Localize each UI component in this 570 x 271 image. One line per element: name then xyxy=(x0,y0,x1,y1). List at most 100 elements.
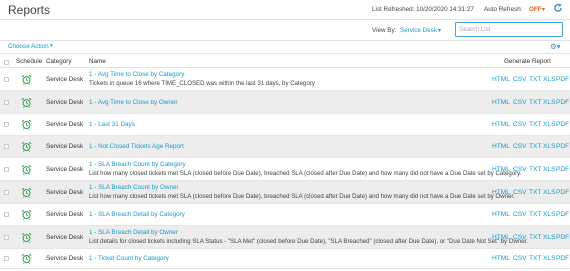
column-header-category[interactable]: Category xyxy=(46,58,72,65)
generate-html-link[interactable]: HTML xyxy=(492,143,510,150)
alarm-clock-icon[interactable] xyxy=(21,209,32,220)
report-name-link[interactable]: 1 - SLA Breach Detail by Category xyxy=(89,211,185,218)
generate-txt-link[interactable]: TXT xyxy=(529,255,541,262)
generate-txt-link[interactable]: TXT xyxy=(529,143,541,150)
generate-pdf-link[interactable]: PDF xyxy=(556,255,569,262)
generate-txt-link[interactable]: TXT xyxy=(529,76,541,83)
generate-pdf-link[interactable]: PDF xyxy=(556,211,569,218)
row-checkbox[interactable] xyxy=(4,100,9,105)
report-name-link[interactable]: 1 - Ticket Count by Category xyxy=(89,255,169,262)
row-checkbox[interactable] xyxy=(4,212,9,217)
report-description: Tickets in queue 16 where TIME_CLOSED wa… xyxy=(89,80,315,87)
table-row[interactable]: Service Desk 1 - Avg Time to Close by Own… xyxy=(0,91,570,114)
generate-html-link[interactable]: HTML xyxy=(492,121,510,128)
generate-html-link[interactable]: HTML xyxy=(492,166,510,173)
generate-txt-link[interactable]: TXT xyxy=(529,189,541,196)
report-name-link[interactable]: 1 - SLA Breach Count by Category xyxy=(89,161,186,168)
report-name-link[interactable]: 1 - Avg Time to Close by Owner xyxy=(89,99,177,106)
generate-xls-link[interactable]: XLS xyxy=(543,76,555,83)
generate-html-link[interactable]: HTML xyxy=(492,255,510,262)
report-name-link[interactable]: 1 - Not Closed Tickets Age Report xyxy=(89,143,184,150)
generate-csv-link[interactable]: CSV xyxy=(513,121,527,128)
row-checkbox[interactable] xyxy=(4,122,9,127)
row-checkbox[interactable] xyxy=(4,144,9,149)
row-checkbox[interactable] xyxy=(4,77,9,82)
table-top-divider xyxy=(0,53,570,54)
generate-csv-link[interactable]: CSV xyxy=(513,76,527,83)
generate-csv-link[interactable]: CSV xyxy=(513,166,527,173)
generate-txt-link[interactable]: TXT xyxy=(529,166,541,173)
alarm-clock-icon[interactable] xyxy=(21,141,32,152)
generate-html-link[interactable]: HTML xyxy=(492,189,510,196)
generate-html-link[interactable]: HTML xyxy=(492,234,510,241)
table-row[interactable]: Service Desk 1 - SLA Breach Detail by Own… xyxy=(0,226,570,249)
table-row[interactable]: Service Desk 1 - Last 31 Days HTML CSV TXT XL… xyxy=(0,114,570,136)
generate-xls-link[interactable]: XLS xyxy=(543,121,555,128)
view-by-select[interactable]: Service Desk xyxy=(400,27,437,34)
alarm-clock-icon[interactable] xyxy=(21,97,32,108)
table-row[interactable]: Service Desk 1 - Ticket Count by Category… xyxy=(0,249,570,269)
generate-pdf-link[interactable]: PDF xyxy=(556,189,569,196)
report-description: List details for closed tickets includin… xyxy=(89,238,529,245)
search-input[interactable] xyxy=(455,22,563,37)
alarm-clock-icon[interactable] xyxy=(21,232,32,243)
table-row[interactable]: Service Desk 1 - Avg Time to Close by Cat… xyxy=(0,68,570,91)
generate-html-link[interactable]: HTML xyxy=(492,76,510,83)
table-row[interactable]: Service Desk 1 - SLA Breach Count by Owne… xyxy=(0,181,570,204)
chevron-down-icon[interactable]: ▾ xyxy=(50,43,53,49)
alarm-clock-icon[interactable] xyxy=(21,164,32,175)
generate-csv-link[interactable]: CSV xyxy=(513,99,527,106)
row-checkbox[interactable] xyxy=(4,256,9,261)
alarm-clock-icon[interactable] xyxy=(21,74,32,85)
generate-csv-link[interactable]: CSV xyxy=(513,234,527,241)
row-divider xyxy=(0,268,570,269)
row-category: Service Desk xyxy=(46,211,84,218)
row-checkbox[interactable] xyxy=(4,190,9,195)
row-category: Service Desk xyxy=(46,189,84,196)
report-name-link[interactable]: 1 - SLA Breach Detail by Owner xyxy=(89,229,178,236)
generate-xls-link[interactable]: XLS xyxy=(543,234,555,241)
generate-txt-link[interactable]: TXT xyxy=(529,234,541,241)
generate-xls-link[interactable]: XLS xyxy=(543,166,555,173)
generate-pdf-link[interactable]: PDF xyxy=(556,99,569,106)
generate-html-link[interactable]: HTML xyxy=(492,211,510,218)
generate-xls-link[interactable]: XLS xyxy=(543,255,555,262)
generate-xls-link[interactable]: XLS xyxy=(543,211,555,218)
auto-refresh-toggle[interactable]: OFF xyxy=(529,6,542,13)
report-name-link[interactable]: 1 - SLA Breach Count by Owner xyxy=(89,184,179,191)
generate-csv-link[interactable]: CSV xyxy=(513,255,527,262)
row-checkbox[interactable] xyxy=(4,167,9,172)
generate-pdf-link[interactable]: PDF xyxy=(556,143,569,150)
report-name-link[interactable]: 1 - Last 31 Days xyxy=(89,121,135,128)
refresh-icon[interactable] xyxy=(553,3,563,13)
chevron-down-icon[interactable]: ▾ xyxy=(542,6,545,13)
generate-txt-link[interactable]: TXT xyxy=(529,99,541,106)
generate-csv-link[interactable]: CSV xyxy=(513,143,527,150)
alarm-clock-icon[interactable] xyxy=(21,253,32,264)
alarm-clock-icon[interactable] xyxy=(21,119,32,130)
generate-pdf-link[interactable]: PDF xyxy=(556,166,569,173)
generate-xls-link[interactable]: XLS xyxy=(543,189,555,196)
row-checkbox[interactable] xyxy=(4,235,9,240)
column-header-schedule[interactable]: Schedule xyxy=(16,58,42,65)
generate-xls-link[interactable]: XLS xyxy=(543,99,555,106)
chevron-down-icon[interactable]: ▾ xyxy=(438,27,441,34)
table-row[interactable]: Service Desk 1 - SLA Breach Count by Cate… xyxy=(0,158,570,181)
choose-action-button[interactable]: Choose Action xyxy=(8,43,49,50)
generate-html-link[interactable]: HTML xyxy=(492,99,510,106)
column-header-name[interactable]: Name xyxy=(89,58,106,65)
select-all-checkbox[interactable] xyxy=(4,60,9,65)
generate-pdf-link[interactable]: PDF xyxy=(556,234,569,241)
generate-pdf-link[interactable]: PDF xyxy=(556,76,569,83)
table-row[interactable]: Service Desk 1 - SLA Breach Detail by Cat… xyxy=(0,204,570,226)
generate-csv-link[interactable]: CSV xyxy=(513,211,527,218)
gear-icon[interactable]: ⚙▾ xyxy=(550,42,561,51)
report-name-link[interactable]: 1 - Avg Time to Close by Category xyxy=(89,71,184,78)
alarm-clock-icon[interactable] xyxy=(21,187,32,198)
generate-csv-link[interactable]: CSV xyxy=(513,189,527,196)
generate-pdf-link[interactable]: PDF xyxy=(556,121,569,128)
generate-txt-link[interactable]: TXT xyxy=(529,121,541,128)
generate-xls-link[interactable]: XLS xyxy=(543,143,555,150)
generate-txt-link[interactable]: TXT xyxy=(529,211,541,218)
table-row[interactable]: Service Desk 1 - Not Closed Tickets Age R… xyxy=(0,136,570,158)
